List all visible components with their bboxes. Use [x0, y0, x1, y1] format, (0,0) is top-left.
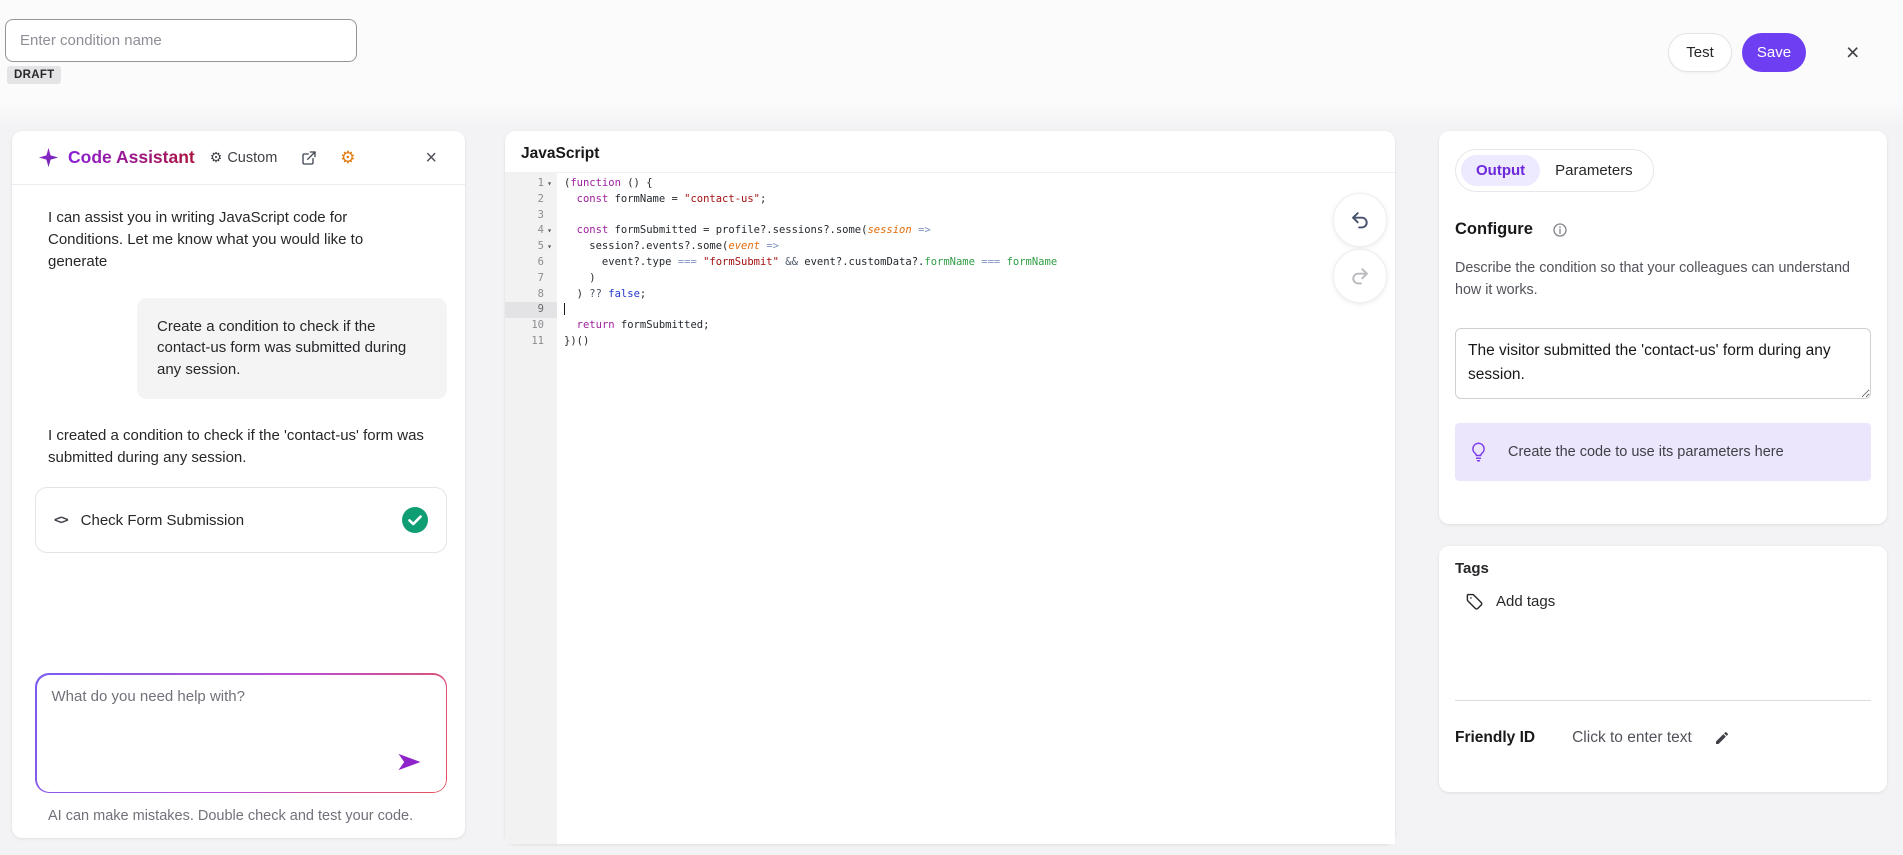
code-editor[interactable]: 1 ▾ 2 3 4 ▾ 5 ▾ 6 7 8 9 10 11 (function () { const fo… — [505, 173, 1395, 844]
send-icon[interactable] — [398, 753, 421, 771]
tip-text: Create the code to use its parameters he… — [1508, 444, 1784, 461]
code-icon: <> — [54, 512, 69, 528]
assistant-message: I can assist you in writing JavaScript c… — [48, 209, 364, 271]
divider — [1455, 700, 1871, 701]
code-assistant-panel: Code Assistant ⚙ Custom ⚙ × I can assist… — [12, 131, 465, 838]
code-line-10[interactable]: return formSubmitted; — [564, 318, 1395, 334]
open-external-icon[interactable] — [301, 150, 317, 166]
fold-arrow-icon: ▾ — [547, 226, 552, 236]
assistant-title: Code Assistant — [68, 147, 195, 167]
friendly-id-label: Friendly ID — [1455, 729, 1536, 746]
gutter-line-2: 2 — [537, 192, 544, 205]
gutter-line-7: 7 — [537, 271, 544, 284]
gutter-line-11: 11 — [531, 334, 544, 347]
code-line-7[interactable]: ) — [564, 271, 1395, 287]
fold-arrow-icon: ▾ — [547, 242, 552, 252]
ai-disclaimer: AI can make mistakes. Double check and t… — [48, 808, 414, 824]
editor-language-title: JavaScript — [505, 131, 1395, 173]
configure-heading: Configure — [1455, 220, 1533, 238]
gear-icon: ⚙ — [209, 149, 223, 165]
gutter-line-8: 8 — [537, 287, 544, 300]
save-button[interactable]: Save — [1742, 33, 1806, 72]
code-line-5[interactable]: session?.events?.some(event => — [564, 239, 1395, 255]
code-line-11[interactable]: })() — [564, 334, 1395, 350]
condition-name-input[interactable] — [5, 19, 357, 62]
info-icon[interactable] — [1552, 222, 1568, 238]
add-tags-label: Add tags — [1496, 593, 1556, 610]
editor-history-controls — [1333, 193, 1387, 303]
configure-description: Describe the condition so that your coll… — [1455, 260, 1851, 299]
condition-description-textarea[interactable]: The visitor submitted the 'contact-us' f… — [1455, 328, 1871, 400]
parameters-tip-box: Create the code to use its parameters he… — [1455, 423, 1871, 482]
lightbulb-icon — [1471, 442, 1486, 462]
redo-icon — [1349, 265, 1371, 287]
code-line-6[interactable]: event?.type === "formSubmit" && event?.c… — [564, 255, 1395, 271]
code-content[interactable]: (function () { const formName = "contact… — [557, 173, 1395, 844]
generated-code-card[interactable]: <> Check Form Submission — [35, 487, 447, 554]
code-line-1[interactable]: (function () { — [564, 176, 1395, 192]
pencil-icon[interactable] — [1714, 730, 1730, 746]
friendly-id-value[interactable]: Click to enter text — [1572, 729, 1692, 747]
code-line-9[interactable] — [564, 302, 1395, 318]
tab-parameters[interactable]: Parameters — [1540, 155, 1648, 186]
code-line-2[interactable]: const formName = "contact-us"; — [564, 192, 1395, 208]
undo-button[interactable] — [1333, 193, 1387, 247]
code-gutter: 1 ▾ 2 3 4 ▾ 5 ▾ 6 7 8 9 10 11 — [505, 173, 557, 844]
assistant-chat: I can assist you in writing JavaScript c… — [12, 185, 465, 838]
draft-status-badge: DRAFT — [7, 66, 62, 84]
tag-icon — [1465, 592, 1484, 611]
code-editor-panel: JavaScript 1 ▾ 2 3 4 ▾ 5 ▾ 6 7 8 9 10 11 (function ()… — [505, 131, 1395, 844]
gutter-line-6: 6 — [537, 255, 544, 268]
test-button[interactable]: Test — [1668, 33, 1732, 72]
gutter-line-5[interactable]: 5 ▾ — [505, 239, 557, 255]
tags-heading: Tags — [1455, 560, 1489, 577]
code-line-8[interactable]: ) ?? false; — [564, 287, 1395, 303]
assistant-header: Code Assistant ⚙ Custom ⚙ × — [12, 131, 465, 185]
gutter-line-4[interactable]: 4 ▾ — [505, 223, 557, 239]
gutter-line-3: 3 — [537, 208, 544, 221]
check-circle-icon — [402, 507, 428, 534]
assistant-close-icon[interactable]: × — [425, 148, 437, 168]
chat-input-container — [35, 673, 447, 793]
add-tags-button[interactable]: Add tags — [1465, 592, 1555, 611]
code-line-3[interactable] — [564, 208, 1395, 224]
assistant-message: I created a condition to check if the 'c… — [48, 426, 424, 466]
topbar-actions: Test Save × — [1668, 33, 1863, 72]
output-config-card: Output Parameters Configure Describe the… — [1439, 131, 1887, 524]
fold-arrow-icon: ▾ — [547, 179, 552, 188]
gutter-line-9: 9 — [505, 302, 557, 319]
code-card-title: Check Form Submission — [80, 511, 245, 529]
code-line-4[interactable]: const formSubmitted = profile?.sessions?… — [564, 223, 1395, 239]
close-icon[interactable]: × — [1842, 41, 1863, 64]
gutter-line-10: 10 — [531, 319, 544, 332]
assistant-mode-selector[interactable]: ⚙ Custom — [210, 149, 278, 166]
sparkle-icon — [38, 147, 59, 168]
assistant-mode-label: Custom — [227, 149, 278, 166]
chat-input[interactable] — [36, 674, 446, 792]
gutter-line-1[interactable]: 1 ▾ — [505, 176, 557, 192]
tags-card: Tags Add tags Friendly ID Click to enter… — [1439, 546, 1887, 792]
undo-icon — [1349, 209, 1371, 231]
output-parameters-tabs: Output Parameters — [1455, 149, 1654, 192]
settings-gear-icon[interactable]: ⚙ — [340, 149, 355, 166]
tab-output[interactable]: Output — [1461, 155, 1541, 186]
user-message-bubble: Create a condition to check if the conta… — [137, 297, 447, 399]
redo-button[interactable] — [1333, 249, 1387, 303]
text-cursor — [564, 303, 566, 316]
